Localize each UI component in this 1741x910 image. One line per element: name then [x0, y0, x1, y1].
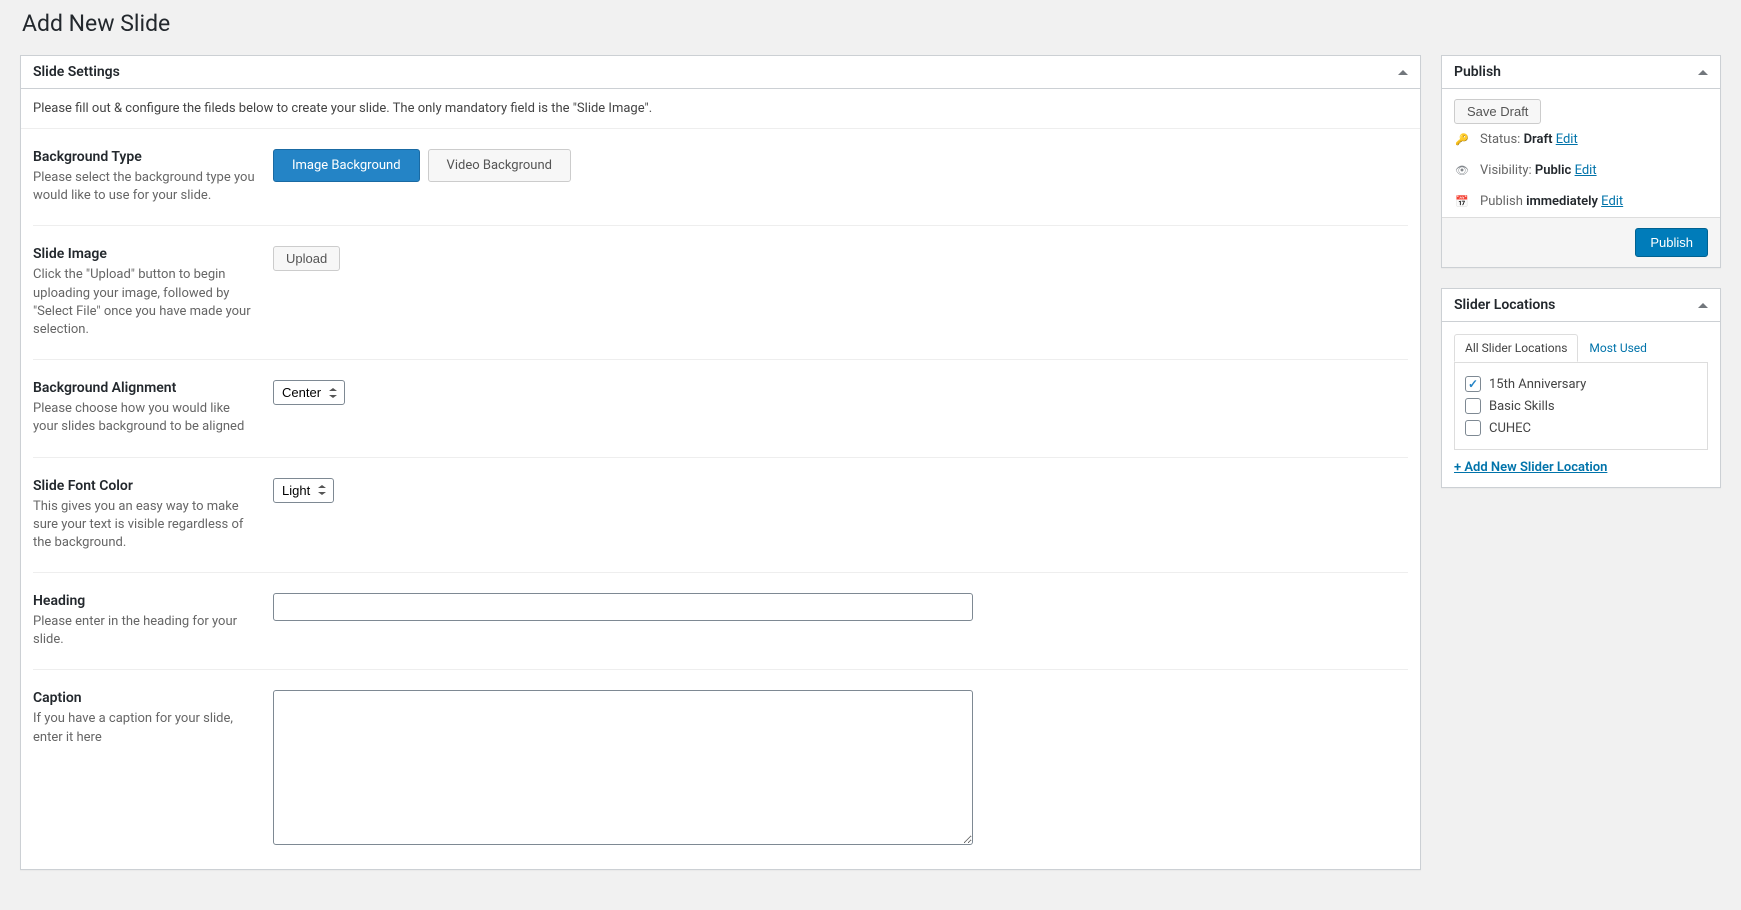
heading-label: Heading: [33, 593, 257, 609]
visibility-value: Public: [1535, 163, 1571, 178]
location-label: 15th Anniversary: [1489, 377, 1586, 392]
location-list: 15th Anniversary Basic Skills CUHEC: [1465, 373, 1697, 439]
location-label: CUHEC: [1489, 421, 1531, 436]
bgalign-desc: Please choose how you would like your sl…: [33, 400, 257, 436]
slideimg-desc: Click the "Upload" button to begin uploa…: [33, 266, 257, 339]
heading-desc: Please enter in the heading for your sli…: [33, 613, 257, 649]
key-icon: [1454, 132, 1470, 147]
page-title: Add New Slide: [22, 10, 1721, 37]
bgtype-label: Background Type: [33, 149, 257, 165]
location-checkbox[interactable]: [1465, 398, 1481, 414]
fontcolor-desc: This gives you an easy way to make sure …: [33, 498, 257, 553]
publish-title: Publish: [1454, 64, 1501, 80]
publish-button[interactable]: Publish: [1635, 228, 1708, 257]
heading-input[interactable]: [273, 593, 973, 621]
fontcolor-select[interactable]: Light: [273, 478, 334, 503]
schedule-value: immediately: [1526, 194, 1598, 209]
collapse-icon[interactable]: [1698, 303, 1708, 308]
bgtype-video-button[interactable]: Video Background: [428, 149, 571, 182]
bgalign-select[interactable]: Center: [273, 380, 345, 405]
tab-most-used[interactable]: Most Used: [1578, 334, 1658, 362]
location-checkbox[interactable]: [1465, 376, 1481, 392]
bgtype-desc: Please select the background type you wo…: [33, 169, 257, 205]
status-edit-link[interactable]: Edit: [1556, 132, 1578, 147]
visibility-label: Visibility:: [1480, 163, 1532, 178]
collapse-icon[interactable]: [1398, 70, 1408, 75]
schedule-edit-link[interactable]: Edit: [1601, 194, 1623, 209]
fontcolor-label: Slide Font Color: [33, 478, 257, 494]
slide-settings-box: Slide Settings Please fill out & configu…: [20, 55, 1421, 870]
slideimg-label: Slide Image: [33, 246, 257, 262]
schedule-label: Publish: [1480, 194, 1523, 209]
caption-desc: If you have a caption for your slide, en…: [33, 710, 257, 746]
add-new-location-link[interactable]: + Add New Slider Location: [1454, 460, 1708, 475]
list-item: 15th Anniversary: [1465, 373, 1697, 395]
publish-box: Publish Save Draft Status: Draft Edit: [1441, 55, 1721, 268]
list-item: CUHEC: [1465, 417, 1697, 439]
calendar-icon: [1454, 194, 1470, 209]
bgalign-label: Background Alignment: [33, 380, 257, 396]
settings-intro: Please fill out & configure the fileds b…: [21, 89, 1420, 129]
slider-locations-title: Slider Locations: [1454, 297, 1555, 313]
collapse-icon[interactable]: [1698, 70, 1708, 75]
slide-settings-title: Slide Settings: [33, 64, 120, 80]
save-draft-button[interactable]: Save Draft: [1454, 99, 1541, 124]
status-label: Status:: [1480, 132, 1520, 147]
slider-locations-box: Slider Locations All Slider Locations Mo…: [1441, 288, 1721, 488]
bgtype-image-button[interactable]: Image Background: [273, 149, 420, 182]
location-checkbox[interactable]: [1465, 420, 1481, 436]
tab-all-locations[interactable]: All Slider Locations: [1454, 334, 1578, 362]
eye-icon: [1454, 163, 1470, 178]
caption-label: Caption: [33, 690, 257, 706]
list-item: Basic Skills: [1465, 395, 1697, 417]
location-label: Basic Skills: [1489, 399, 1555, 414]
visibility-edit-link[interactable]: Edit: [1575, 163, 1597, 178]
caption-textarea[interactable]: [273, 690, 973, 845]
upload-button[interactable]: Upload: [273, 246, 340, 271]
status-value: Draft: [1524, 132, 1553, 147]
